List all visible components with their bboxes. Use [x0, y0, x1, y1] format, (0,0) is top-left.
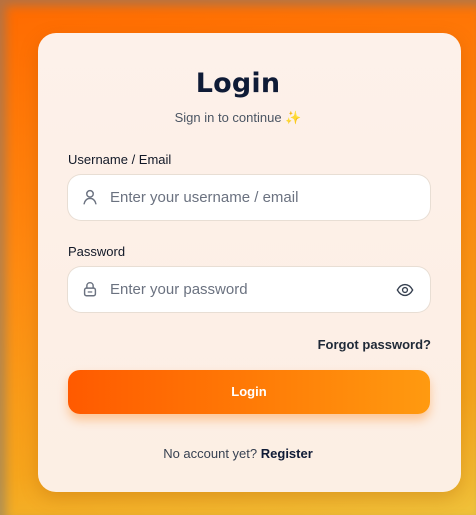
login-button[interactable]: Login: [68, 370, 430, 414]
password-field[interactable]: Enter your password: [68, 267, 430, 312]
lock-icon: [83, 281, 97, 297]
username-label: Username / Email: [68, 152, 172, 167]
password-input[interactable]: Enter your password: [110, 281, 248, 298]
username-field[interactable]: Enter your username / email: [68, 175, 430, 220]
password-label: Password: [68, 244, 126, 259]
eye-icon[interactable]: [396, 281, 414, 299]
user-icon: [83, 189, 97, 205]
login-card: [38, 33, 461, 492]
subtitle-text: Sign in to continue: [174, 110, 282, 125]
sparkle-icon: ✨: [285, 110, 302, 125]
register-prompt: No account yet?: [163, 446, 258, 461]
forgot-password-link[interactable]: Forgot password?: [318, 337, 431, 352]
subtitle: Sign in to continue ✨: [0, 110, 476, 126]
page-title: Login: [195, 68, 281, 99]
register-link[interactable]: Register: [261, 446, 313, 461]
register-line: No account yet? Register: [0, 446, 476, 461]
username-input[interactable]: Enter your username / email: [110, 189, 298, 206]
